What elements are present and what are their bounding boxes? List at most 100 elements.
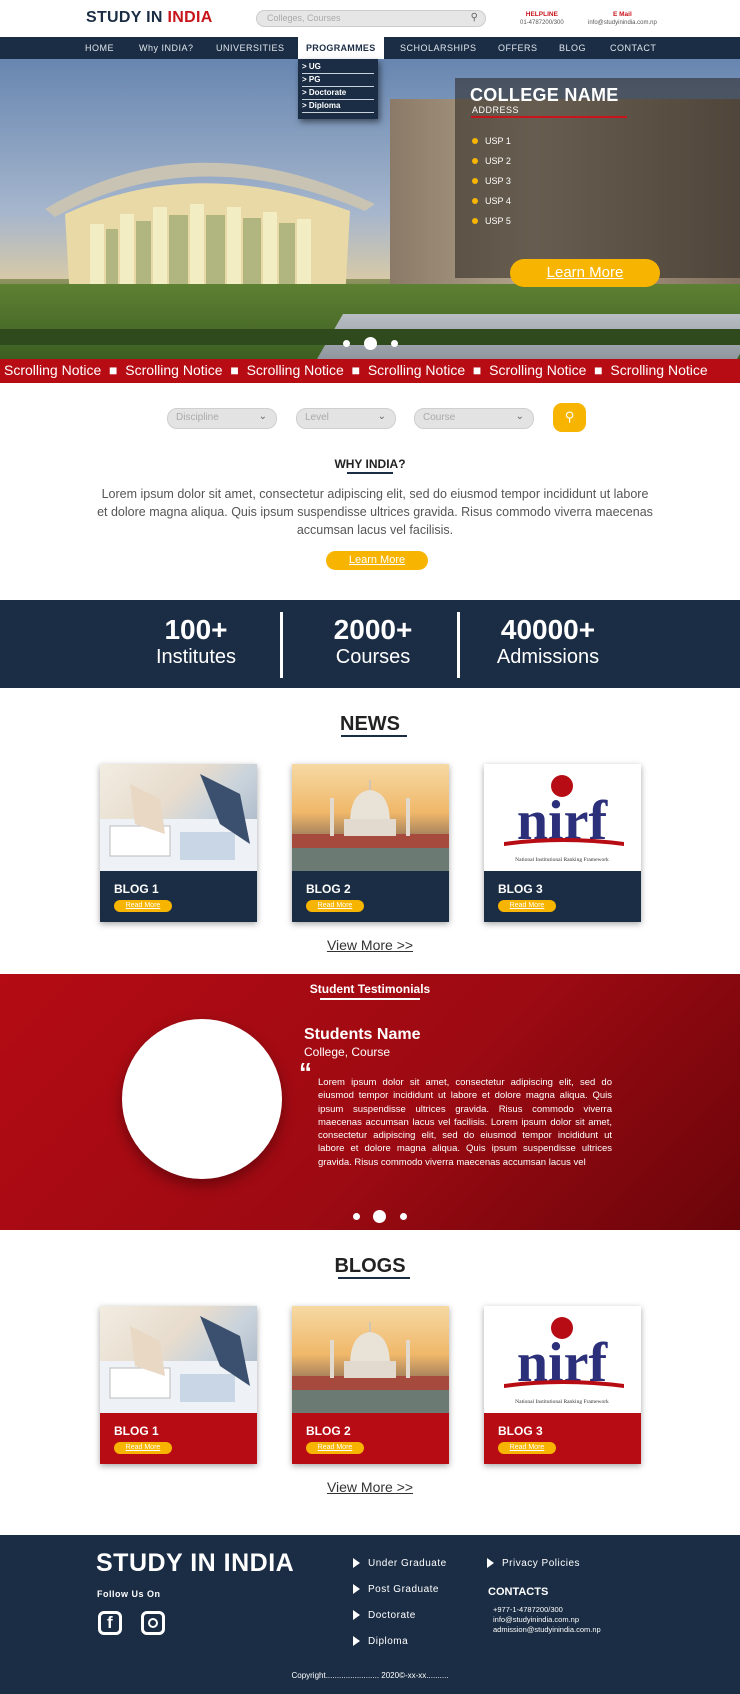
blog-card-image: [100, 1306, 257, 1413]
nav-why-india[interactable]: Why INDIA?: [139, 37, 194, 59]
news-card-2[interactable]: BLOG 2 Read More: [292, 764, 449, 922]
notice-item: Scrolling Notice: [4, 362, 102, 378]
news-view-more-link[interactable]: View More >>: [0, 937, 740, 953]
nav-scholarships[interactable]: SCHOLARSHIPS: [400, 37, 477, 59]
contact-phone: +977-1-4787200/300: [493, 1605, 563, 1614]
blogs-view-more-link[interactable]: View More >>: [0, 1479, 740, 1495]
nav-programmes[interactable]: PROGRAMMES: [298, 35, 384, 59]
student-name: Students Name: [304, 1026, 421, 1043]
email-value[interactable]: info@studyinindia.com.np: [588, 20, 657, 26]
blog-card-2[interactable]: BLOG 2 Read More: [292, 1306, 449, 1464]
news-card-bar: [484, 871, 641, 922]
contact-email-info[interactable]: info@studyinindia.com.np: [493, 1615, 579, 1624]
dropdown-item-ug[interactable]: > UG: [302, 61, 374, 74]
read-more-button[interactable]: Read More: [306, 900, 364, 912]
blog-card-title: BLOG 3: [498, 1424, 543, 1438]
news-card-bar: [100, 871, 257, 922]
testimonials-title: Student Testimonials: [309, 982, 431, 996]
facebook-icon[interactable]: f: [98, 1611, 122, 1635]
footer-link-undergraduate[interactable]: Under Graduate: [353, 1558, 447, 1569]
notice-item: Scrolling Notice: [125, 362, 223, 378]
why-india-text: Lorem ipsum dolor sit amet, consectetur …: [97, 487, 653, 537]
helpline-value: 01-4787200/300: [520, 20, 564, 26]
search-placeholder: Colleges, Courses: [267, 13, 341, 23]
stats-band: 100+ Institutes 2000+ Courses 40000+ Adm…: [0, 600, 740, 688]
quote-icon: “: [299, 1057, 312, 1087]
usp-item: USP 4: [472, 196, 511, 206]
email-label: E Mail: [613, 11, 632, 18]
logo-text-accent: INDIA: [167, 9, 213, 26]
svg-text:National Institutional Ranking: National Institutional Ranking Framework: [515, 1399, 609, 1405]
level-select[interactable]: Level ⌄: [296, 408, 396, 429]
notice-item: Scrolling Notice: [610, 362, 708, 378]
footer-logo[interactable]: STUDY IN INDIA: [96, 1549, 294, 1578]
blog-card-3[interactable]: nirf National Institutional Ranking Frame…: [484, 1306, 641, 1464]
course-select[interactable]: Course ⌄: [414, 408, 534, 429]
notice-item: Scrolling Notice: [246, 362, 344, 378]
filter-search-button[interactable]: ⚲: [553, 403, 586, 432]
blog-card-title: BLOG 2: [306, 1424, 351, 1438]
nirf-logo-image: nirf National Institutional Ranking Frame…: [484, 1306, 641, 1413]
read-more-button[interactable]: Read More: [498, 1442, 556, 1454]
dropdown-item-pg[interactable]: > PG: [302, 74, 374, 87]
carousel-dot[interactable]: [343, 340, 350, 347]
search-input[interactable]: Colleges, Courses ⚲: [256, 10, 486, 27]
usp-item: USP 3: [472, 176, 511, 186]
nav-blog[interactable]: BLOG: [559, 37, 586, 59]
blog-card-title: BLOG 1: [114, 1424, 159, 1438]
footer-link-doctorate[interactable]: Doctorate: [353, 1610, 416, 1621]
title-underline: [341, 735, 407, 737]
search-icon: ⚲: [564, 409, 575, 424]
title-underline: [347, 472, 393, 474]
usp-item: USP 2: [472, 156, 511, 166]
stat-label: Admissions: [496, 646, 600, 668]
footer-link-diploma[interactable]: Diploma: [352, 1636, 408, 1647]
nav-home[interactable]: HOME: [85, 37, 114, 59]
footer-link-privacy[interactable]: Privacy Policies: [486, 1558, 580, 1569]
dropdown-item-diploma[interactable]: > Diploma: [302, 100, 374, 113]
scrolling-notice-bar[interactable]: Scrolling Notice ■ Scrolling Notice ■ Sc…: [0, 359, 740, 383]
copyright-text: Copyright........................ 2020©-…: [291, 1671, 449, 1680]
email-contact: E Mail info@studyinindia.com.np: [588, 11, 657, 27]
chevron-down-icon: ⌄: [377, 411, 386, 422]
svg-text:National Institutional Ranking: National Institutional Ranking Framework: [515, 857, 609, 863]
helpline-label: HELPLINE: [525, 11, 558, 18]
read-more-button[interactable]: Read More: [114, 900, 172, 912]
testimonial-dot[interactable]: [353, 1213, 360, 1220]
read-more-button[interactable]: Read More: [306, 1442, 364, 1454]
why-india-learn-more-button[interactable]: Learn More: [326, 551, 428, 570]
testimonial-dot[interactable]: [400, 1213, 407, 1220]
testimonial-dot-active[interactable]: [373, 1210, 386, 1223]
stat-institutes: 100+ Institutes: [96, 600, 296, 669]
carousel-dot-active[interactable]: [364, 337, 377, 350]
blog-card-1[interactable]: BLOG 1 Read More: [100, 1306, 257, 1464]
testimonial-text: Lorem ipsum dolor sit amet, consectetur …: [318, 1077, 612, 1168]
read-more-button[interactable]: Read More: [114, 1442, 172, 1454]
stat-courses: 2000+ Courses: [273, 600, 473, 669]
instagram-icon[interactable]: [141, 1611, 165, 1635]
college-name: COLLEGE NAME: [470, 85, 619, 105]
footer-link-postgraduate[interactable]: Post Graduate: [353, 1584, 439, 1595]
discipline-select[interactable]: Discipline ⌄: [167, 408, 277, 429]
stat-label: Courses: [335, 646, 411, 668]
read-more-button[interactable]: Read More: [498, 900, 556, 912]
stat-number: 2000+: [333, 614, 413, 645]
carousel-dot[interactable]: [391, 340, 398, 347]
student-avatar: [122, 1019, 282, 1179]
news-card-1[interactable]: BLOG 1 Read More: [100, 764, 257, 922]
news-card-title: BLOG 2: [306, 882, 351, 896]
nav-contact[interactable]: CONTACT: [610, 37, 656, 59]
hero-learn-more-button[interactable]: Learn More: [510, 259, 660, 287]
nav-offers[interactable]: OFFERS: [498, 37, 538, 59]
select-value: Course: [423, 412, 456, 423]
blogs-title: BLOGS: [334, 1255, 406, 1277]
stat-label: Institutes: [155, 646, 237, 668]
search-icon[interactable]: ⚲: [471, 12, 478, 23]
dropdown-item-doctorate[interactable]: > Doctorate: [302, 87, 374, 100]
address-underline: [471, 116, 627, 118]
nav-universities[interactable]: UNIVERSITIES: [216, 37, 285, 59]
news-card-3[interactable]: nirf National Institutional Ranking Frame…: [484, 764, 641, 922]
contact-email-admission[interactable]: admission@studyinindia.com.np: [493, 1625, 601, 1634]
news-card-image: [100, 764, 257, 871]
site-logo[interactable]: STUDY IN INDIA: [86, 9, 213, 27]
